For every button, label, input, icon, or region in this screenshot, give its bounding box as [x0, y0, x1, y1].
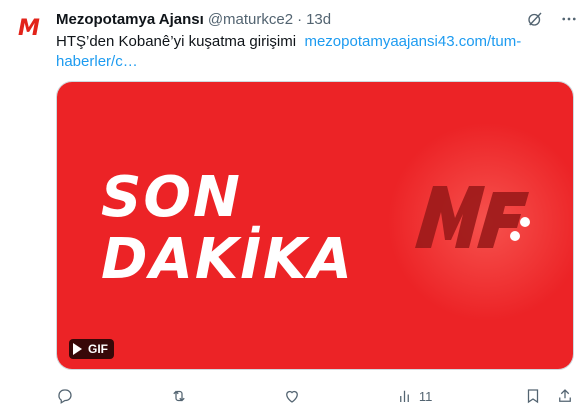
- author-handle[interactable]: @maturkce2: [208, 11, 293, 28]
- like-button[interactable]: [283, 387, 305, 405]
- mf-logo-icon: [415, 186, 530, 248]
- gif-badge[interactable]: GIF: [69, 339, 114, 359]
- author-name[interactable]: Mezopotamya Ajansı: [56, 11, 204, 28]
- avatar[interactable]: M: [8, 8, 48, 48]
- bookmark-icon: [527, 389, 539, 404]
- bookmark-button[interactable]: [524, 387, 542, 405]
- tweet-time[interactable]: 13d: [306, 11, 331, 28]
- tweet-text: HTŞ’den Kobanê’yi kuşatma girişimi mezop…: [56, 32, 556, 72]
- views-count: 11: [418, 388, 433, 404]
- retweet-button[interactable]: [170, 387, 192, 405]
- headline-line2: DAKİKA: [101, 227, 354, 292]
- views-button[interactable]: 11: [397, 387, 433, 405]
- avatar-logo: M: [18, 15, 40, 41]
- like-icon: [286, 390, 299, 403]
- header-actions: [525, 9, 579, 29]
- grok-icon[interactable]: [525, 9, 545, 29]
- reply-button[interactable]: [56, 387, 78, 405]
- tweet-body: HTŞ’den Kobanê’yi kuşatma girişimi: [56, 33, 297, 50]
- right-actions: [524, 387, 574, 405]
- media-gif[interactable]: SON DAKİKA GIF: [56, 81, 574, 370]
- tweet-header: Mezopotamya Ajansı @maturkce2 · 13d: [56, 9, 579, 29]
- action-bar: 11: [56, 384, 574, 408]
- share-button[interactable]: [556, 387, 574, 405]
- separator-dot: ·: [297, 10, 303, 28]
- headline-line1: SON: [101, 165, 242, 230]
- views-icon: [399, 390, 409, 402]
- retweet-icon: [172, 390, 185, 402]
- share-icon: [559, 389, 571, 402]
- more-icon[interactable]: [559, 9, 579, 29]
- gif-label: GIF: [88, 342, 108, 356]
- play-icon: [73, 343, 82, 355]
- reply-icon: [58, 389, 72, 404]
